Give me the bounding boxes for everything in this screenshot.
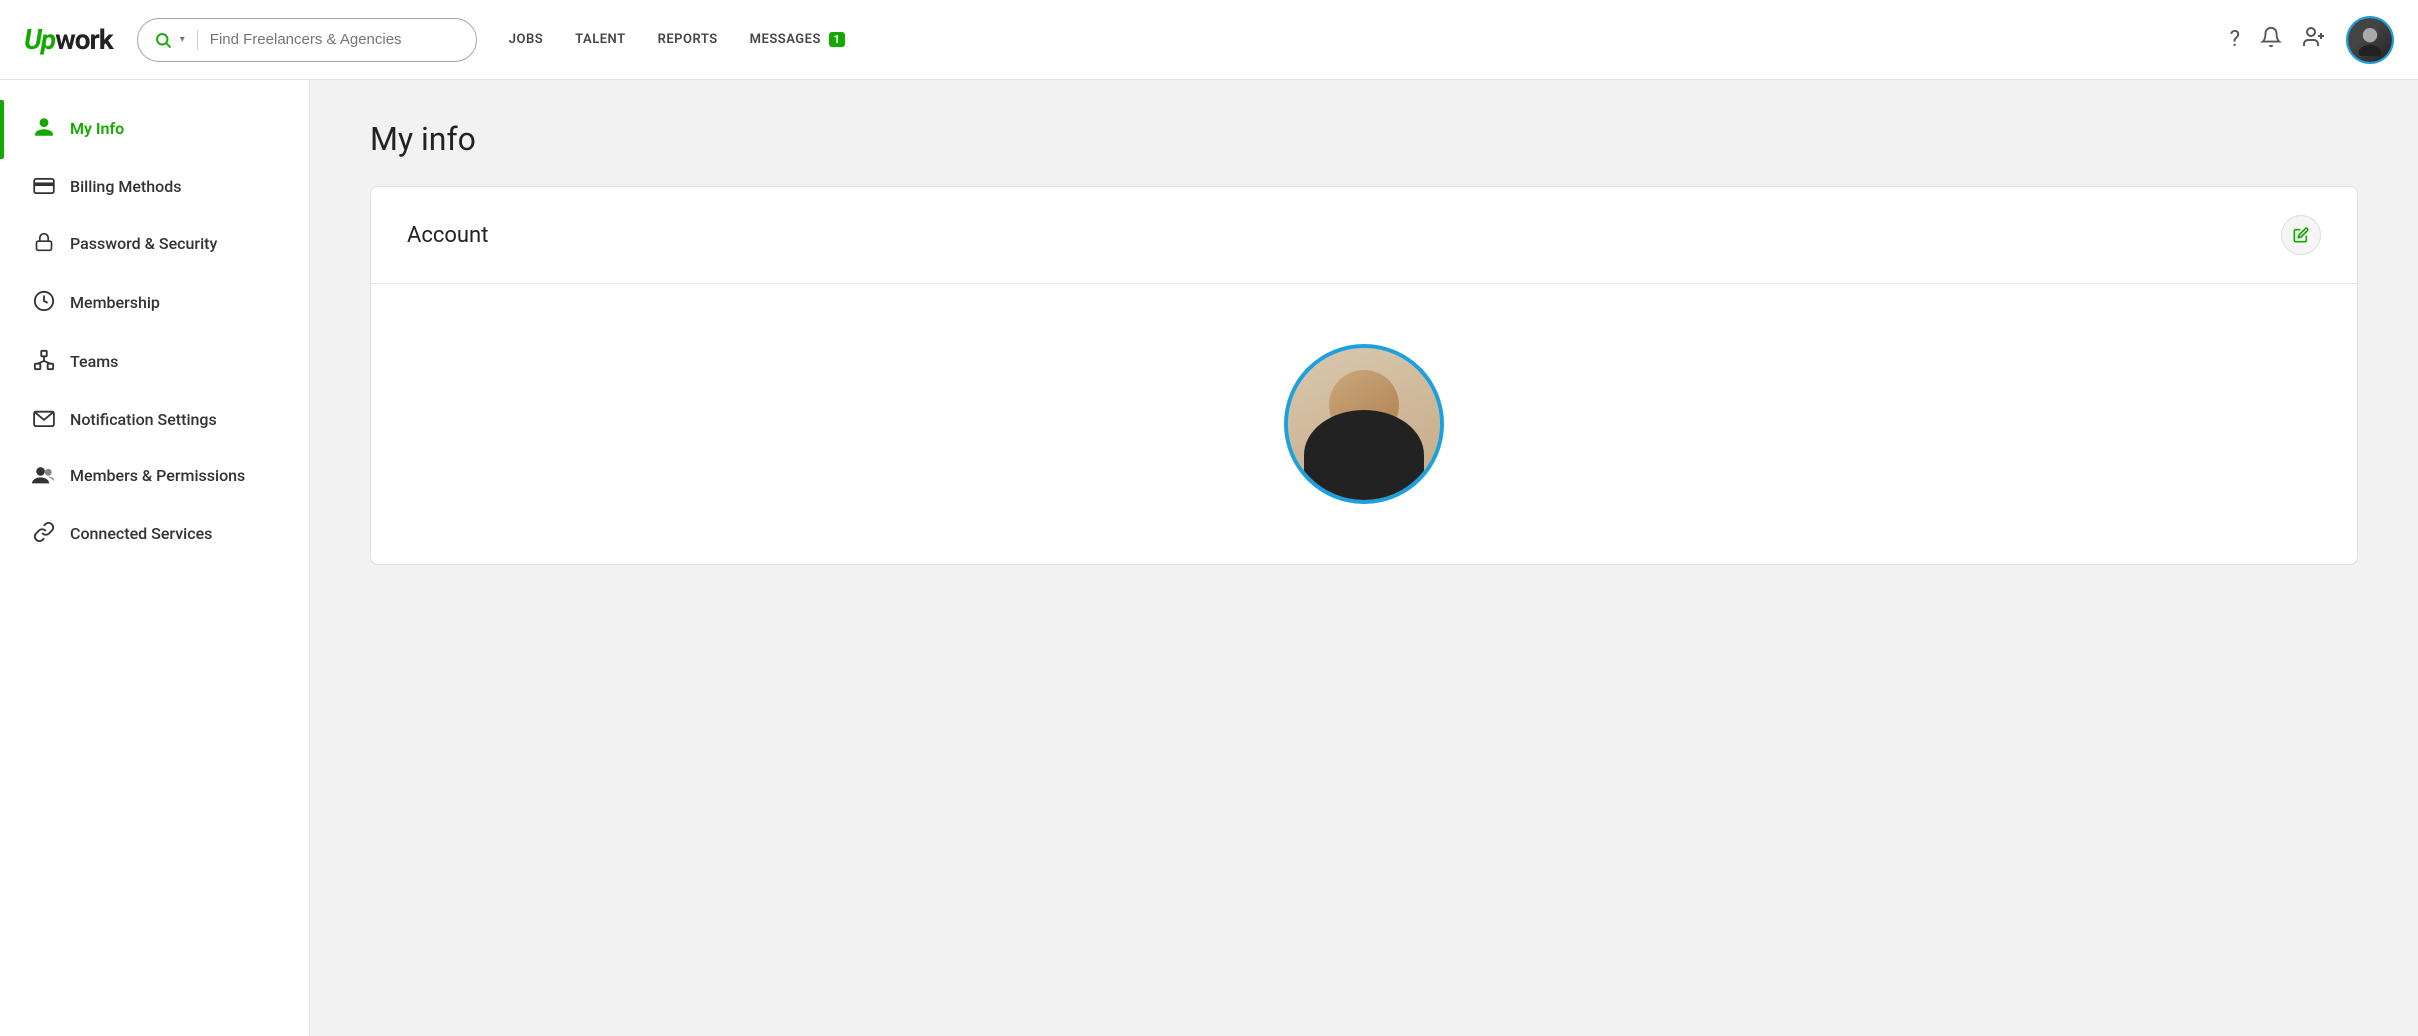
nav-talent[interactable]: TALENT: [575, 32, 625, 47]
sidebar-item-password-security[interactable]: Password & Security: [0, 215, 309, 274]
logo-work: work: [55, 23, 113, 56]
logo-up: Up: [24, 23, 55, 56]
sidebar-item-connected-services[interactable]: Connected Services: [0, 505, 309, 564]
profile-photo: [1288, 348, 1440, 500]
avatar-image: [2348, 18, 2392, 62]
connected-icon: [32, 521, 56, 548]
person-icon: [32, 116, 56, 143]
sidebar-item-my-info[interactable]: My Info: [0, 100, 309, 159]
sidebar-label-connected-services: Connected Services: [70, 524, 212, 545]
sidebar-label-my-info: My Info: [70, 119, 124, 140]
account-section-header: Account: [371, 187, 2357, 284]
edit-account-button[interactable]: [2281, 215, 2321, 255]
page-title: My info: [370, 120, 2358, 158]
search-bar[interactable]: ▾: [137, 18, 477, 62]
nav-reports[interactable]: REPORTS: [658, 32, 718, 47]
user-avatar[interactable]: [2346, 16, 2394, 64]
sidebar-label-notification-settings: Notification Settings: [70, 410, 217, 431]
sidebar-label-billing-methods: Billing Methods: [70, 177, 181, 198]
profile-body: [1304, 410, 1424, 500]
sidebar: My Info Billing Methods Password & Secur…: [0, 80, 310, 1036]
main-content: My info Account: [310, 80, 2418, 1036]
main-layout: My Info Billing Methods Password & Secur…: [0, 80, 2418, 1036]
teams-icon: [32, 349, 56, 376]
clock-icon: [32, 290, 56, 317]
members-icon: [32, 464, 56, 489]
search-dropdown-caret[interactable]: ▾: [180, 34, 185, 45]
sidebar-label-members-permissions: Members & Permissions: [70, 466, 245, 487]
account-card: Account: [370, 186, 2358, 565]
help-icon[interactable]: ?: [2230, 27, 2240, 52]
messages-badge: 1: [829, 32, 846, 47]
search-icon: [154, 31, 172, 49]
sidebar-item-notification-settings[interactable]: Notification Settings: [0, 392, 309, 448]
profile-photo-section: [371, 284, 2357, 564]
sidebar-label-password-security: Password & Security: [70, 234, 217, 255]
search-divider: [197, 30, 198, 50]
billing-icon: [32, 175, 56, 199]
header-icons: ?: [2230, 16, 2394, 64]
search-input[interactable]: [210, 31, 460, 48]
main-nav: JOBS TALENT REPORTS MESSAGES 1: [509, 32, 2230, 47]
app-header: Upwork ▾ JOBS TALENT REPORTS MESSAGES 1 …: [0, 0, 2418, 80]
sidebar-item-membership[interactable]: Membership: [0, 274, 309, 333]
sidebar-item-members-permissions[interactable]: Members & Permissions: [0, 448, 309, 505]
sidebar-item-billing-methods[interactable]: Billing Methods: [0, 159, 309, 215]
nav-jobs[interactable]: JOBS: [509, 32, 543, 47]
add-user-icon[interactable]: [2302, 25, 2326, 55]
lock-icon: [32, 231, 56, 258]
nav-messages[interactable]: MESSAGES 1: [750, 32, 846, 47]
logo[interactable]: Upwork: [24, 23, 113, 56]
profile-avatar[interactable]: [1284, 344, 1444, 504]
account-section-title: Account: [407, 223, 488, 248]
sidebar-item-teams[interactable]: Teams: [0, 333, 309, 392]
sidebar-label-membership: Membership: [70, 293, 160, 314]
mail-icon: [32, 408, 56, 432]
sidebar-label-teams: Teams: [70, 352, 118, 373]
notifications-icon[interactable]: [2260, 26, 2282, 54]
